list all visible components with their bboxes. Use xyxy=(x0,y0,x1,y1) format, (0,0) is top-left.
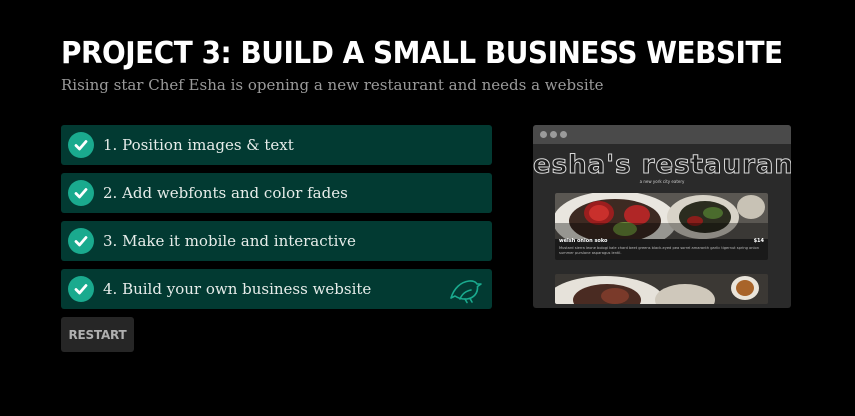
window-dot-icon xyxy=(560,131,567,138)
dish-name: welsh onion soko xyxy=(559,238,608,244)
dish-photo xyxy=(555,274,768,304)
task-item-3[interactable]: 3. Make it mobile and interactive xyxy=(61,221,492,261)
bird-icon xyxy=(448,276,482,304)
task-item-1[interactable]: 1. Position images & text xyxy=(61,125,492,165)
check-circle-icon xyxy=(68,276,94,302)
task-label: 3. Make it mobile and interactive xyxy=(103,232,356,250)
website-preview: esha's restaurant a new york city eatery… xyxy=(533,125,791,308)
task-item-4[interactable]: 4. Build your own business website xyxy=(61,269,492,309)
project-title: PROJECT 3: BUILD A SMALL BUSINESS WEBSIT… xyxy=(61,36,783,71)
task-list: 1. Position images & text 2. Add webfont… xyxy=(61,125,492,317)
task-label: 4. Build your own business website xyxy=(103,280,372,298)
check-circle-icon xyxy=(68,132,94,158)
site-tagline: a new york city eatery xyxy=(639,179,685,184)
check-circle-icon xyxy=(68,228,94,254)
browser-bar xyxy=(533,125,791,144)
task-item-2[interactable]: 2. Add webfonts and color fades xyxy=(61,173,492,213)
site-title: esha's restaurant xyxy=(533,150,791,181)
task-label: 1. Position images & text xyxy=(103,136,294,154)
window-dot-icon xyxy=(550,131,557,138)
dish-price: $14 xyxy=(753,238,764,244)
task-label: 2. Add webfonts and color fades xyxy=(103,184,348,202)
project-subtitle: Rising star Chef Esha is opening a new r… xyxy=(61,76,604,94)
window-dot-icon xyxy=(540,131,547,138)
dish-description: Mustard sierra leone bologi kale chard b… xyxy=(559,246,760,255)
check-circle-icon xyxy=(68,180,94,206)
restart-button[interactable]: RESTART xyxy=(61,317,134,352)
menu-card xyxy=(555,274,768,304)
menu-card: welsh onion soko $14 Mustard sierra leon… xyxy=(555,193,768,260)
dish-photo xyxy=(555,193,768,239)
